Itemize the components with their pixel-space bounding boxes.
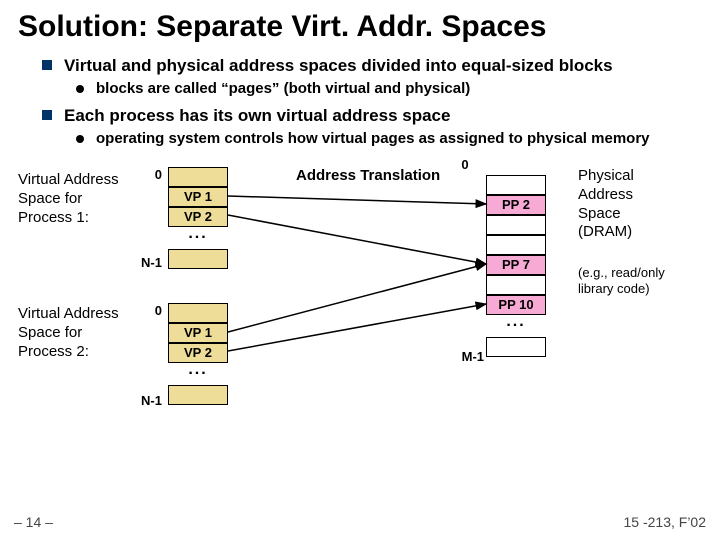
- bullet-list: Virtual and physical address spaces divi…: [42, 55, 702, 149]
- phys-label: Physical Address Space (DRAM): [578, 167, 678, 242]
- vt2-idx-n1: N-1: [132, 393, 162, 408]
- vt1-ellipsis: ...: [168, 227, 228, 249]
- vas2-label: Virtual Address Space for Process 2:: [18, 305, 128, 361]
- vt2-row-2: VP 2: [168, 343, 228, 363]
- vt2-idx-0: 0: [132, 303, 162, 318]
- pt-row-1: PP 2: [486, 195, 546, 215]
- bullet-2-sub-1: operating system controls how virtual pa…: [76, 130, 702, 149]
- pt-row-0: [486, 175, 546, 195]
- bullet-2-text: Each process has its own virtual address…: [64, 106, 450, 125]
- bullet-1: Virtual and physical address spaces divi…: [42, 55, 702, 99]
- bullet-1-sub: blocks are called “pages” (both virtual …: [76, 80, 702, 99]
- vt1-row-0: [168, 167, 228, 187]
- footer-page-number: – 14 –: [14, 514, 53, 530]
- pt-idx-0: 0: [450, 157, 480, 172]
- vt1-idx-n1: N-1: [132, 255, 162, 270]
- vt1-row-last: [168, 249, 228, 269]
- vt2-row-last: [168, 385, 228, 405]
- physical-table: PP 2 PP 7 PP 10 ...: [486, 175, 546, 357]
- vt1-row-2: VP 2: [168, 207, 228, 227]
- pt-row-last: [486, 337, 546, 357]
- address-translation-label: Address Translation: [296, 167, 440, 184]
- footer-course: 15 -213, F’02: [624, 514, 707, 530]
- vas1-label: Virtual Address Space for Process 1:: [18, 171, 128, 227]
- phys-note: (e.g., read/only library code): [578, 265, 698, 296]
- bullet-1-text: Virtual and physical address spaces divi…: [64, 56, 613, 75]
- vt1-idx-0: 0: [132, 167, 162, 182]
- slide-title: Solution: Separate Virt. Addr. Spaces: [18, 10, 702, 43]
- vt2-row-0: [168, 303, 228, 323]
- bullet-1-sub-1: blocks are called “pages” (both virtual …: [76, 80, 702, 99]
- pt-row-4: PP 7: [486, 255, 546, 275]
- pt-row-5: [486, 275, 546, 295]
- bullet-2: Each process has its own virtual address…: [42, 105, 702, 149]
- bullet-2-sub: operating system controls how virtual pa…: [76, 130, 702, 149]
- virtual-table-1: VP 1 VP 2 ...: [168, 167, 228, 269]
- vt2-row-1: VP 1: [168, 323, 228, 343]
- slide: Solution: Separate Virt. Addr. Spaces Vi…: [0, 0, 720, 540]
- pt-row-6: PP 10: [486, 295, 546, 315]
- virtual-table-2: VP 1 VP 2 ...: [168, 303, 228, 405]
- vt2-ellipsis: ...: [168, 363, 228, 385]
- pt-idx-m1: M-1: [448, 349, 484, 364]
- pt-row-3: [486, 235, 546, 255]
- pt-row-2: [486, 215, 546, 235]
- vt1-row-1: VP 1: [168, 187, 228, 207]
- diagram: Virtual Address Space for Process 1: Vir…: [18, 157, 702, 437]
- pt-ellipsis: ...: [486, 315, 546, 337]
